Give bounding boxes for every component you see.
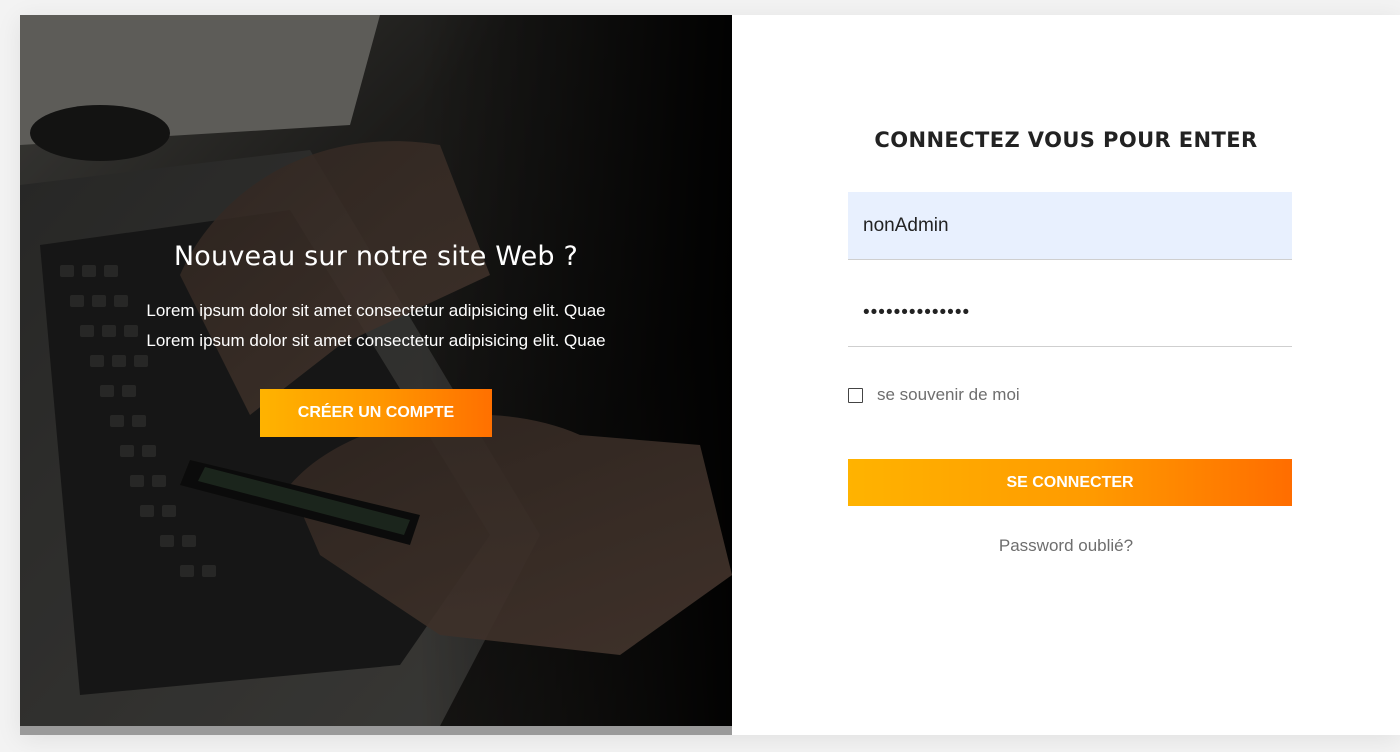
login-panel: CONNECTEZ VOUS POUR ENTER se souvenir de… <box>732 15 1400 735</box>
login-title: CONNECTEZ VOUS POUR ENTER <box>874 128 1258 152</box>
hero-description: Lorem ipsum dolor sit amet consectetur a… <box>146 301 606 350</box>
login-card: Nouveau sur notre site Web ? Lorem ipsum… <box>20 15 1400 735</box>
remember-me-row: se souvenir de moi <box>848 385 1020 405</box>
hero-panel: Nouveau sur notre site Web ? Lorem ipsum… <box>20 15 732 735</box>
remember-me-checkbox[interactable] <box>848 387 863 403</box>
password-input[interactable] <box>848 279 1292 347</box>
hero-content: Nouveau sur notre site Web ? Lorem ipsum… <box>20 241 732 437</box>
create-account-button[interactable]: CRÉER UN COMPTE <box>260 389 492 437</box>
forgot-password-link[interactable]: Password oublié? <box>732 536 1400 556</box>
username-input[interactable] <box>848 192 1292 260</box>
login-button[interactable]: SE CONNECTER <box>848 459 1292 506</box>
hero-bottom-strip <box>20 726 732 735</box>
hero-title: Nouveau sur notre site Web ? <box>173 241 579 272</box>
remember-me-label: se souvenir de moi <box>877 385 1020 404</box>
